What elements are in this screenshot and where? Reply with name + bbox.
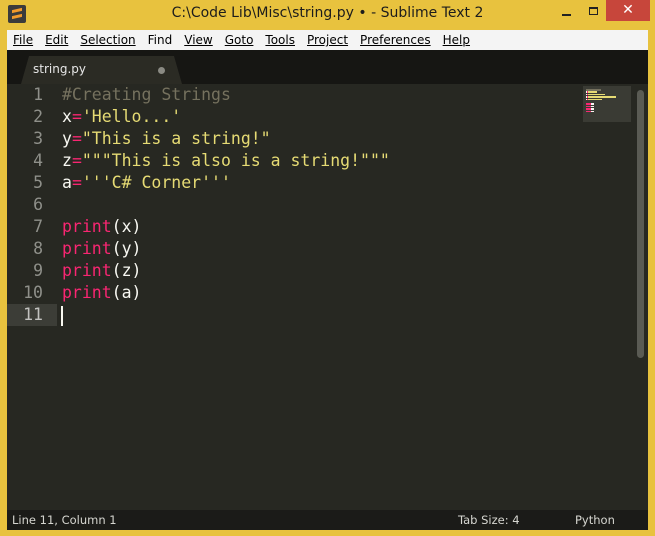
tab-bar: string.py <box>7 50 648 84</box>
code-token: '''C# Corner''' <box>81 173 231 192</box>
code-line[interactable]: print(x) <box>62 216 141 238</box>
tab-string-py[interactable]: string.py <box>21 56 182 84</box>
code-token: = <box>71 129 82 148</box>
close-icon: ✕ <box>622 2 634 18</box>
close-button[interactable]: ✕ <box>606 0 650 21</box>
maximize-button[interactable] <box>580 0 606 21</box>
minimap-line <box>591 103 594 105</box>
minimap-line <box>591 105 594 108</box>
menu-find-label: Find <box>147 33 173 47</box>
minimap-line <box>588 96 616 98</box>
code-token: z <box>62 151 72 170</box>
line-number: 11 <box>23 305 43 324</box>
line-number: 3 <box>33 129 43 148</box>
code-editor[interactable]: 1 2 3 4 5 6 7 8 9 10 11 #Creating Strings x='Hello.… <box>7 84 648 510</box>
code-token: y <box>62 129 72 148</box>
code-token: (x) <box>111 217 142 236</box>
menu-preferences-label: Preferences <box>360 33 431 47</box>
minimap-line <box>588 93 605 96</box>
menu-selection-label: Selection <box>80 33 136 47</box>
code-token: """This is also is a string!""" <box>81 151 390 170</box>
code-line[interactable]: a='''C# Corner''' <box>62 172 231 194</box>
menu-goto[interactable]: Goto <box>219 30 260 50</box>
maximize-icon <box>588 6 598 15</box>
line-number: 4 <box>33 151 43 170</box>
minimize-button[interactable] <box>553 0 580 21</box>
line-number: 5 <box>33 173 43 192</box>
minimap-line <box>591 108 594 110</box>
unsaved-dot-icon[interactable] <box>158 67 165 74</box>
code-token: #Creating Strings <box>62 85 231 104</box>
minimap[interactable] <box>583 86 631 122</box>
code-token: "This is a string!" <box>81 129 271 148</box>
line-number: 6 <box>33 195 43 214</box>
menu-bar: File Edit Selection Find View Goto Tools… <box>7 30 648 50</box>
code-line[interactable]: print(z) <box>62 260 141 282</box>
code-token: = <box>71 107 82 126</box>
line-number: 9 <box>33 261 43 280</box>
minimap-line <box>588 91 597 93</box>
code-token: a <box>62 173 72 192</box>
menu-tools[interactable]: Tools <box>259 30 301 50</box>
menu-selection[interactable]: Selection <box>74 30 141 50</box>
code-area[interactable]: #Creating Strings x='Hello...' y="This is … <box>62 84 582 510</box>
tab-label: string.py <box>33 62 86 76</box>
menu-view[interactable]: View <box>178 30 218 50</box>
code-token: (y) <box>111 239 142 258</box>
menu-preferences[interactable]: Preferences <box>354 30 437 50</box>
scrollbar-thumb[interactable] <box>637 90 644 358</box>
code-line[interactable]: x='Hello...' <box>62 106 181 128</box>
status-bar: Line 11, Column 1 Tab Size: 4 Python <box>7 510 648 530</box>
code-token: (a) <box>111 283 142 302</box>
code-token: 'Hello...' <box>81 107 182 126</box>
menu-view-label: View <box>184 33 213 47</box>
code-token: (z) <box>111 261 142 280</box>
cursor-position-status: Line 11, Column 1 <box>12 513 117 527</box>
code-token: print <box>62 283 112 302</box>
syntax-status[interactable]: Python <box>575 513 615 527</box>
menu-file[interactable]: File <box>7 30 39 50</box>
menu-goto-label: Goto <box>224 33 254 47</box>
tab-size-status[interactable]: Tab Size: 4 <box>458 513 520 527</box>
menu-tools-label: Tools <box>265 33 295 47</box>
minimap-line <box>586 89 601 91</box>
text-cursor <box>61 306 63 326</box>
line-number: 10 <box>23 283 43 302</box>
menu-edit[interactable]: Edit <box>39 30 74 50</box>
line-number: 2 <box>33 107 43 126</box>
code-token: print <box>62 217 112 236</box>
minimap-line <box>591 110 594 113</box>
code-token: x <box>62 107 72 126</box>
line-number: 8 <box>33 239 43 258</box>
code-line[interactable]: #Creating Strings <box>62 84 231 106</box>
menu-find[interactable]: Find <box>142 30 179 50</box>
code-token: print <box>62 261 112 280</box>
code-token: = <box>71 173 82 192</box>
code-line[interactable]: y="This is a string!" <box>62 128 271 150</box>
menu-edit-label: Edit <box>45 33 69 47</box>
menu-file-label: File <box>13 33 34 47</box>
menu-project-label: Project <box>306 33 349 47</box>
code-token: print <box>62 239 112 258</box>
menu-help[interactable]: Help <box>437 30 476 50</box>
minimap-line <box>588 98 602 101</box>
line-number: 7 <box>33 217 43 236</box>
app-window: C:\Code Lib\Misc\string.py • - Sublime T… <box>0 0 655 536</box>
code-token: = <box>71 151 82 170</box>
code-line[interactable]: print(y) <box>62 238 141 260</box>
line-number-gutter: 1 2 3 4 5 6 7 8 9 10 11 <box>7 84 57 510</box>
minimize-icon <box>562 13 571 16</box>
title-bar[interactable]: C:\Code Lib\Misc\string.py • - Sublime T… <box>0 0 655 30</box>
line-number: 1 <box>33 85 43 104</box>
code-line[interactable]: print(a) <box>62 282 141 304</box>
menu-project[interactable]: Project <box>301 30 354 50</box>
menu-help-label: Help <box>442 33 470 47</box>
code-line[interactable]: z="""This is also is a string!""" <box>62 150 390 172</box>
